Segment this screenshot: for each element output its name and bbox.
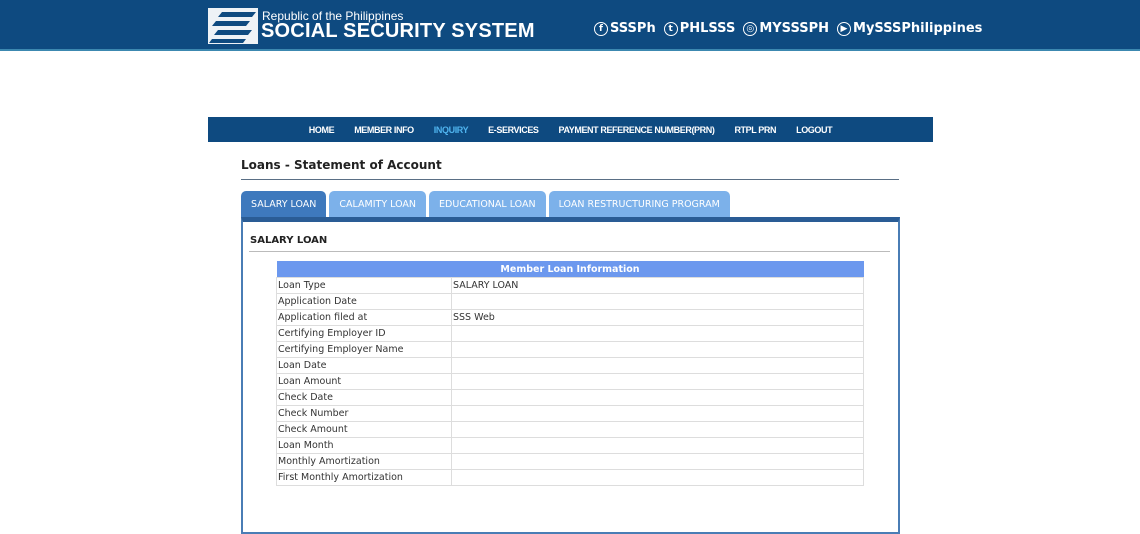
table-row: Loan Month (276, 437, 864, 454)
loan-tabs: SALARY LOAN CALAMITY LOAN EDUCATIONAL LOAN… (241, 191, 730, 217)
field-label: Loan Date (276, 357, 452, 374)
table-row: Application filed at SSS Web (276, 309, 864, 326)
facebook-icon: f (594, 21, 608, 36)
social-label: MySSSPhilippines (853, 21, 983, 36)
tab-salary-loan[interactable]: SALARY LOAN (241, 191, 327, 217)
field-label: Check Amount (276, 421, 452, 438)
social-link-sssph[interactable]: f SSSPh (594, 21, 656, 36)
field-label: Loan Type (276, 277, 452, 294)
nav-rtpl-prn[interactable]: RTPL PRN (734, 125, 776, 135)
table-row: Loan Date (276, 357, 864, 374)
site-header: Republic of the Philippines SOCIAL SECUR… (0, 0, 1140, 51)
social-label: PHLSSS (679, 21, 736, 36)
title-divider (241, 179, 899, 180)
field-value: SALARY LOAN (451, 277, 864, 294)
social-link-mysssphilippines[interactable]: ▶ MySSSPhilippines (837, 21, 982, 36)
field-value (451, 293, 864, 310)
panel-divider (249, 251, 890, 252)
instagram-icon: ◎ (743, 21, 758, 36)
table-row: Loan Amount (276, 373, 864, 390)
table-row: Check Amount (276, 421, 864, 438)
youtube-icon: ▶ (837, 21, 852, 36)
social-links: f SSSPh t PHLSSS ◎ MYSSSPH ▶ MySSSPhilippines (594, 21, 982, 36)
field-value (451, 469, 864, 486)
social-link-phlsss[interactable]: t PHLSSS (663, 21, 736, 36)
table-row: Certifying Employer Name (276, 341, 864, 358)
field-label: Certifying Employer Name (276, 341, 452, 358)
table-row: Check Number (276, 405, 864, 422)
field-label: Loan Month (276, 437, 452, 454)
field-label: Check Number (276, 405, 452, 422)
field-value (451, 373, 864, 390)
nav-logout[interactable]: LOGOUT (796, 125, 833, 135)
agency-name: SOCIAL SECURITY SYSTEM (261, 20, 535, 42)
field-label: First Monthly Amortization (276, 469, 452, 486)
field-value: SSS Web (451, 309, 864, 326)
tab-educational-loan[interactable]: EDUCATIONAL LOAN (429, 191, 546, 217)
field-value (451, 325, 864, 342)
field-value (451, 357, 864, 374)
tab-calamity-loan[interactable]: CALAMITY LOAN (329, 191, 427, 217)
field-value (451, 341, 864, 358)
field-value (451, 421, 864, 438)
member-loan-table: Member Loan Information Loan Type SALARY … (276, 261, 864, 486)
field-label: Application filed at (276, 309, 452, 326)
tab-loan-restructuring-program[interactable]: LOAN RESTRUCTURING PROGRAM (548, 191, 730, 217)
twitter-icon: t (663, 21, 678, 36)
field-value (451, 453, 864, 470)
field-value (451, 389, 864, 406)
table-header: Member Loan Information (276, 261, 864, 278)
nav-inquiry[interactable]: INQUIRY (434, 125, 469, 135)
field-label: Loan Amount (276, 373, 452, 390)
nav-home[interactable]: HOME (309, 125, 335, 135)
main-nav: HOME MEMBER INFO INQUIRY E-SERVICES PAYMENT … (208, 117, 933, 142)
table-row: Loan Type SALARY LOAN (276, 277, 864, 294)
table-row: Monthly Amortization (276, 453, 864, 470)
page-title: Loans - Statement of Account (241, 158, 442, 172)
field-label: Application Date (276, 293, 452, 310)
field-label: Certifying Employer ID (276, 325, 452, 342)
table-row: First Monthly Amortization (276, 469, 864, 486)
table-row: Application Date (276, 293, 864, 310)
social-link-mysssph[interactable]: ◎ MYSSSPH (743, 21, 829, 36)
nav-member-info[interactable]: MEMBER INFO (354, 125, 414, 135)
salary-loan-panel: SALARY LOAN Member Loan Information Loan… (241, 217, 900, 534)
field-value (451, 405, 864, 422)
nav-e-services[interactable]: E-SERVICES (488, 125, 539, 135)
social-label: MYSSSPH (759, 21, 830, 36)
panel-title: SALARY LOAN (250, 235, 328, 246)
table-row: Check Date (276, 389, 864, 406)
field-label: Monthly Amortization (276, 453, 452, 470)
field-label: Check Date (276, 389, 452, 406)
nav-payment-reference-number-prn-[interactable]: PAYMENT REFERENCE NUMBER(PRN) (559, 125, 715, 135)
field-value (451, 437, 864, 454)
sss-logo[interactable] (208, 8, 258, 44)
social-label: SSSPh (610, 21, 656, 36)
table-row: Certifying Employer ID (276, 325, 864, 342)
